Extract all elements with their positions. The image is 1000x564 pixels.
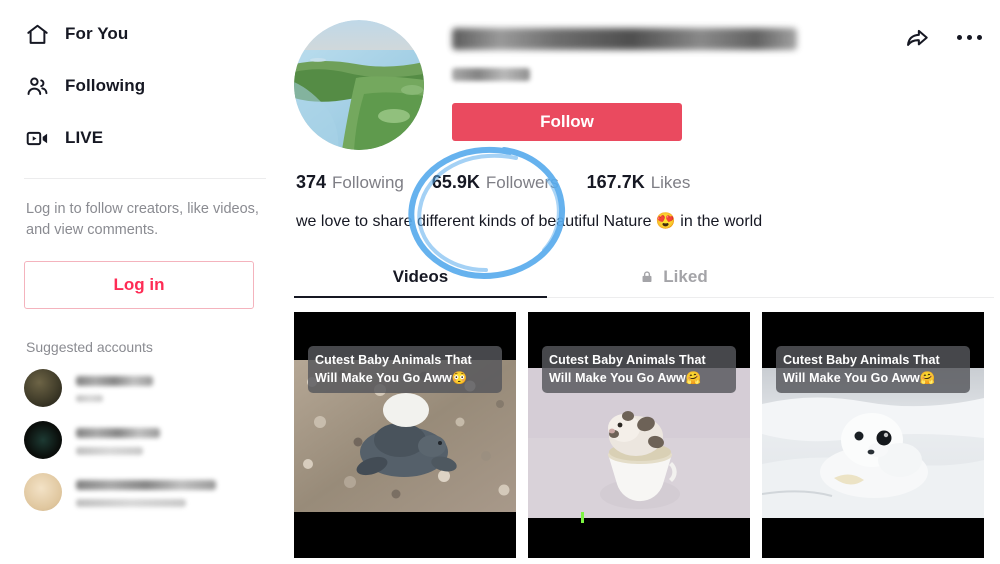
video-tile[interactable]: Cutest Baby Animals That Will Make You G… [762,312,984,558]
stat-value: 374 [296,172,327,192]
video-caption: Cutest Baby Animals That Will Make You G… [542,346,736,394]
tiktok-profile-page: For You Following LIVE Log in to follow … [0,0,1000,564]
tab-label: Liked [663,267,708,286]
nickname-redacted [76,446,143,455]
profile-stats: 374 Following 65.9K Followers 167.7K Lik… [294,172,994,193]
lock-icon [639,269,655,285]
username-redacted [76,479,216,490]
sidebar-item-for-you[interactable]: For You [24,8,266,60]
stat-following[interactable]: 374 Following [296,172,404,193]
people-icon [24,73,50,99]
stat-value: 65.9K [431,172,480,192]
video-caption: Cutest Baby Animals That Will Make You G… [776,346,970,394]
caption-line-1: Cutest Baby Animals That [315,353,472,367]
sidebar-item-label: LIVE [65,128,104,147]
caption-line-1: Cutest Baby Animals That [549,353,706,367]
caption-line-2: Will Make You Go Aww [315,371,452,386]
stat-value: 167.7K [586,172,645,192]
sidebar-item-following[interactable]: Following [24,60,266,112]
list-item[interactable] [24,369,266,408]
video-caption: Cutest Baby Animals That Will Make You G… [308,346,502,394]
suggested-accounts-title: Suggested accounts [26,339,153,356]
sidebar-item-live[interactable]: LIVE [24,112,266,164]
sidebar-item-label: For You [65,24,129,43]
list-item[interactable] [24,421,266,460]
caption-emoji: 🤗 [919,371,936,386]
profile-tabs: Videos Liked [294,257,994,298]
username-redacted [76,427,160,438]
video-grid: Cutest Baby Animals That Will Make You G… [294,312,994,558]
home-icon [24,21,50,47]
tab-videos[interactable]: Videos [294,257,547,297]
avatar [24,369,62,408]
stat-followers[interactable]: 65.9K Followers [432,172,559,193]
sidebar-item-label: Following [65,76,146,95]
avatar [24,421,62,460]
video-progress-tick [581,512,584,523]
caption-line-1: Cutest Baby Animals That [783,353,940,367]
tab-active-indicator [294,296,547,298]
sidebar: For You Following LIVE Log in to follow … [0,0,290,564]
stat-label: Likes [650,173,691,192]
username-redacted [76,376,153,387]
login-button[interactable]: Log in [24,261,254,310]
profile-header: Follow [294,20,994,150]
caption-line-2: Will Make You Go Aww [549,371,686,386]
video-tile[interactable]: Cutest Baby Animals That Will Make You G… [528,312,750,558]
tab-liked[interactable]: Liked [547,257,800,297]
suggested-account-text [76,478,266,507]
suggested-account-text [76,374,266,403]
caption-line-2: Will Make You Go Aww [783,371,920,386]
nickname-redacted [76,395,103,403]
suggested-account-text [76,426,266,455]
tab-label: Videos [392,267,449,286]
caption-emoji: 😳 [451,371,468,386]
live-video-icon [24,125,50,151]
stat-label: Followers [485,173,559,192]
avatar [24,473,62,512]
follow-button[interactable]: Follow [452,103,682,141]
login-prompt-text: Log in to follow creators, like videos, … [26,201,259,239]
list-item[interactable] [24,473,266,512]
profile-bio: we love to share different kinds of beau… [296,213,763,230]
profile-displayname-redacted [452,68,530,81]
profile-identity: Follow [452,20,994,150]
video-tile[interactable]: Cutest Baby Animals That Will Make You G… [294,312,516,558]
profile-avatar[interactable] [294,20,424,150]
stat-likes[interactable]: 167.7K Likes [587,172,691,193]
suggested-accounts-list [24,369,266,512]
profile-main: Follow 374 Following 65.9K Followers 167… [290,0,1000,564]
profile-username-redacted [452,28,797,50]
stat-label: Following [332,173,404,192]
nickname-redacted [76,498,186,507]
caption-emoji: 🤗 [685,371,702,386]
